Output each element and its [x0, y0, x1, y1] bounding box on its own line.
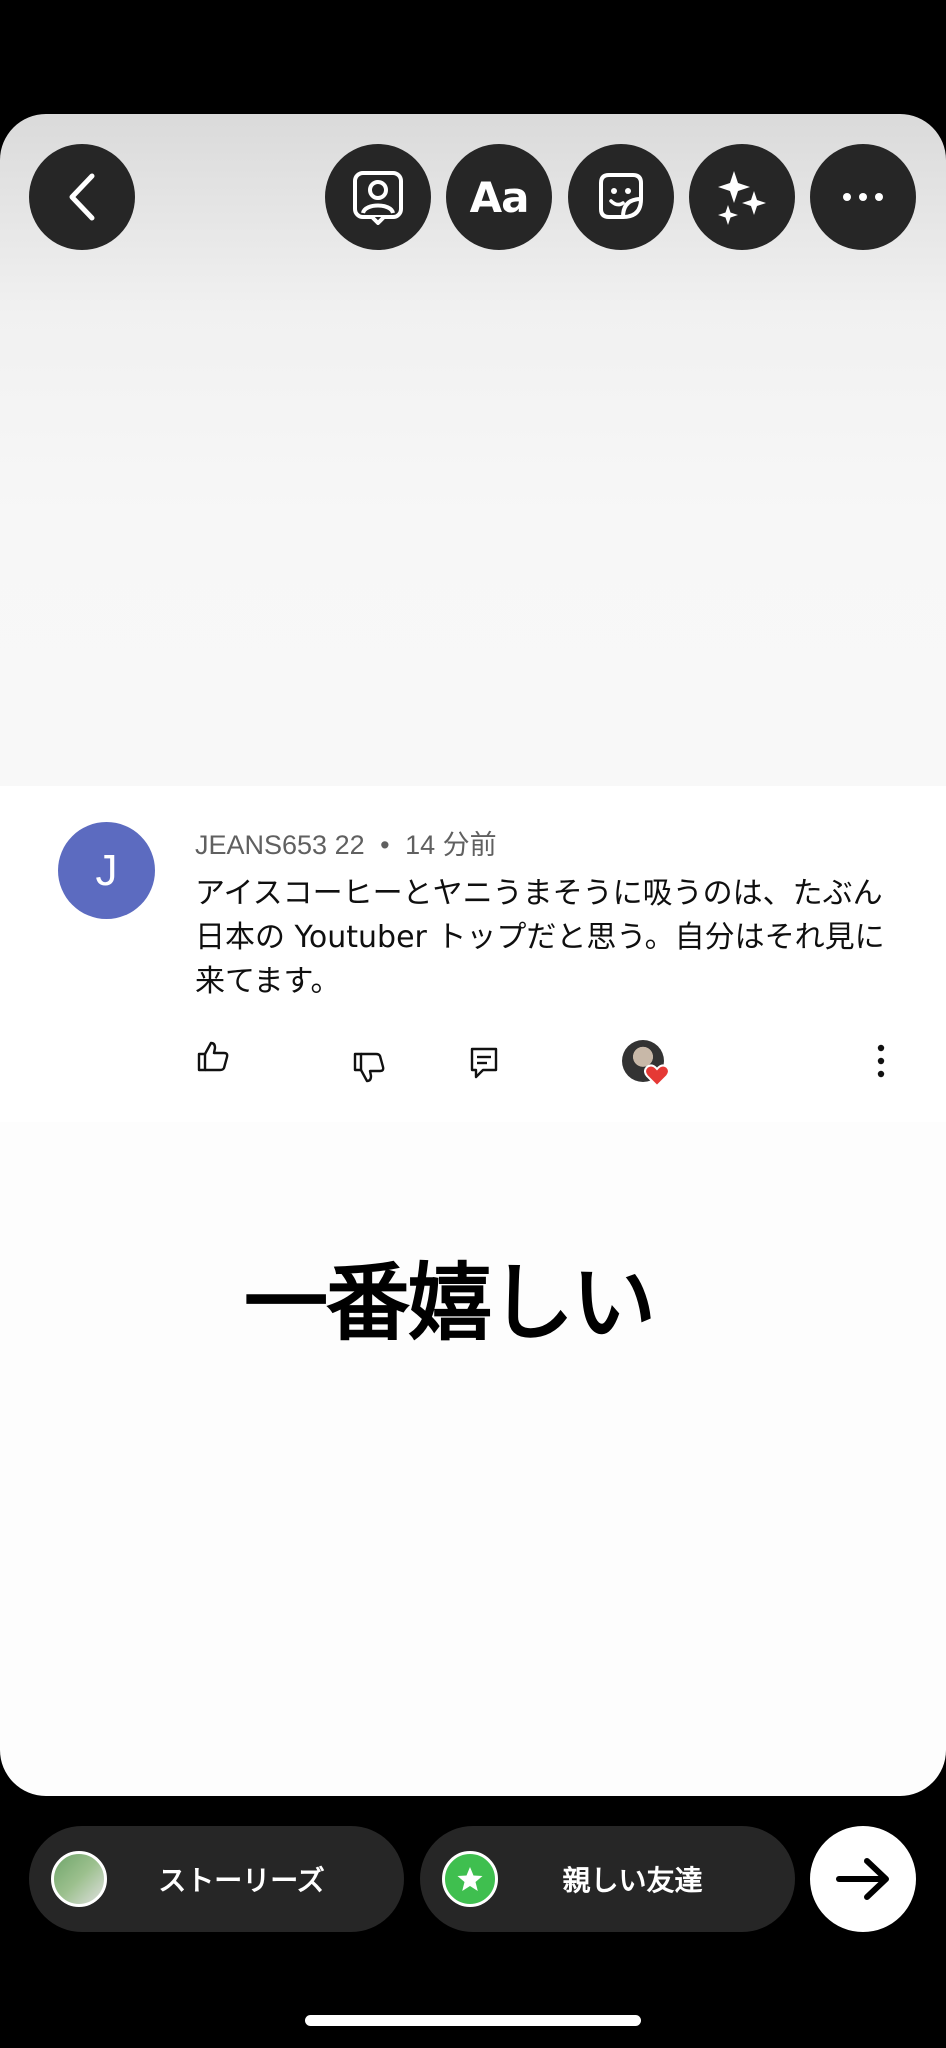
close-friends-label: 親しい友達: [562, 1864, 703, 1897]
effects-button[interactable]: [689, 144, 795, 250]
comment-meta: JEANS653 22 • 14 分前: [195, 823, 497, 862]
text-tool-label: Aa: [469, 172, 530, 222]
heart-icon: [644, 1064, 670, 1088]
back-button[interactable]: [29, 144, 135, 250]
dislike-icon: [353, 1052, 385, 1083]
next-button[interactable]: [810, 1826, 916, 1932]
star-icon: [457, 1867, 483, 1891]
reply-icon: [470, 1047, 498, 1079]
person-frame-icon: [353, 171, 403, 225]
comment-username: JEANS653 22: [195, 830, 365, 860]
story-caption[interactable]: 一番嬉しい: [0, 1236, 898, 1357]
like-icon: [197, 1041, 229, 1072]
story-thumbnail: [51, 1851, 107, 1907]
close-friends-button[interactable]: 親しい友達: [420, 1826, 795, 1932]
sticker-icon: [599, 173, 643, 219]
share-to-story-button[interactable]: ストーリーズ: [29, 1826, 404, 1932]
sticker-button[interactable]: [568, 144, 674, 250]
mention-button[interactable]: [325, 144, 431, 250]
text-tool-button[interactable]: Aa: [446, 144, 552, 250]
comment-time: 14 分前: [405, 830, 497, 860]
chevron-left-icon: [69, 173, 95, 221]
comment-more-icon[interactable]: [875, 1044, 887, 1078]
more-horizontal-icon: [843, 193, 883, 201]
close-friends-badge: [442, 1851, 498, 1907]
more-options-button[interactable]: [810, 144, 916, 250]
meta-separator: •: [380, 830, 390, 860]
story-label: ストーリーズ: [158, 1864, 325, 1897]
comment-text: アイスコーヒーとヤニうまそうに吸うのは、たぶん日本の Youtuber トップだ…: [195, 876, 885, 999]
sparkles-icon: [718, 171, 766, 225]
arrow-right-icon: [836, 1858, 889, 1900]
avatar: J: [58, 822, 155, 919]
home-indicator[interactable]: [305, 2015, 641, 2026]
avatar-letter: J: [95, 845, 118, 895]
